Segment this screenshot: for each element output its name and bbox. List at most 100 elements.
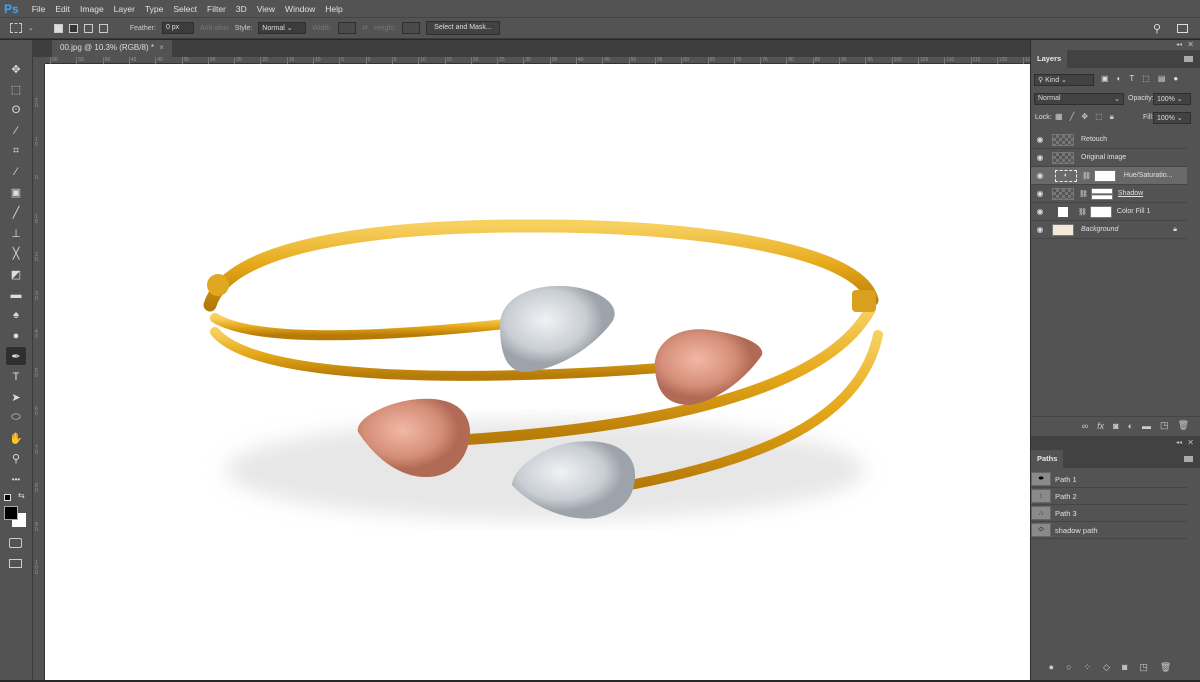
move-tool[interactable]: ✥	[6, 60, 26, 78]
type-filter-icon[interactable]: T	[1129, 74, 1134, 83]
eraser-tool[interactable]: ◩	[6, 265, 26, 283]
delete-path-icon[interactable]: 🗑︎	[1160, 662, 1171, 673]
visibility-eye-icon[interactable]: ◉	[1031, 225, 1049, 234]
width-input[interactable]	[338, 22, 357, 34]
collapse-paths-icon[interactable]: ◂◂	[1176, 439, 1182, 446]
blur-tool[interactable]: ♠	[6, 306, 26, 324]
pen-tool[interactable]: ✒	[6, 347, 26, 365]
layer-row[interactable]: ◉ Background 🔒︎	[1031, 221, 1187, 239]
close-panels-icon[interactable]: ✕	[1187, 40, 1194, 49]
marquee-preset-icon[interactable]	[10, 23, 22, 33]
new-selection-icon[interactable]	[53, 23, 63, 33]
visibility-eye-icon[interactable]: ◉	[1031, 135, 1049, 144]
path-name[interactable]: Path 2	[1055, 492, 1077, 501]
lock-all-icon[interactable]: 🔒︎	[1110, 112, 1114, 122]
foreground-color-swatch[interactable]	[4, 506, 18, 520]
type-tool[interactable]: T	[6, 368, 26, 386]
layers-panel-menu-icon[interactable]	[1184, 56, 1193, 62]
selection-to-path-icon[interactable]: ◇	[1103, 662, 1110, 673]
eyedropper-tool[interactable]: ⁄	[6, 163, 26, 181]
lock-artboard-icon[interactable]: ⬚	[1095, 112, 1103, 122]
intersect-selection-icon[interactable]	[98, 23, 108, 33]
layer-name[interactable]: Retouch	[1081, 136, 1107, 143]
blend-mode-select[interactable]: Normal ⌄	[1034, 93, 1124, 105]
link-layers-icon[interactable]: ∞	[1082, 421, 1088, 431]
menu-type[interactable]: Type	[140, 4, 168, 14]
fill-input[interactable]: 100% ⌄	[1153, 112, 1191, 124]
subtract-selection-icon[interactable]	[83, 23, 93, 33]
menu-filter[interactable]: Filter	[202, 4, 231, 14]
default-colors-icon[interactable]	[4, 494, 11, 501]
path-row[interactable]: ∴ Path 3	[1031, 505, 1187, 522]
hand-tool[interactable]: ✋	[6, 429, 26, 447]
dodge-tool[interactable]: ●	[6, 327, 26, 345]
path-name[interactable]: shadow path	[1055, 526, 1098, 535]
add-mask-icon[interactable]: ◙	[1113, 421, 1118, 431]
feather-input[interactable]: 0 px	[161, 22, 194, 34]
lock-position-icon[interactable]: ✥	[1081, 112, 1088, 122]
stroke-path-icon[interactable]: ○	[1066, 662, 1071, 672]
layer-row[interactable]: ◉ ◐ ⛓︎ Hue/Saturatio...	[1031, 167, 1187, 185]
menu-select[interactable]: Select	[168, 4, 202, 14]
more-tools[interactable]: •••	[6, 470, 26, 488]
visibility-eye-icon[interactable]: ◉	[1031, 153, 1049, 162]
fill-path-icon[interactable]: ●	[1049, 662, 1054, 672]
path-row[interactable]: ⬭ shadow path	[1031, 522, 1187, 539]
layer-name[interactable]: Shadow	[1118, 190, 1143, 197]
zoom-tool[interactable]: ⚲	[6, 450, 26, 468]
menu-view[interactable]: View	[252, 4, 280, 14]
path-to-selection-icon[interactable]: ⁘	[1084, 662, 1092, 673]
document-canvas[interactable]	[45, 64, 1030, 680]
path-selection-tool[interactable]: ➤	[6, 388, 26, 406]
workspace-icon[interactable]	[1177, 23, 1188, 33]
crop-tool[interactable]: ⌗	[6, 142, 26, 160]
close-paths-icon[interactable]: ✕	[1187, 438, 1194, 447]
history-brush-tool[interactable]: ╳	[6, 245, 26, 263]
tab-layers[interactable]: Layers	[1031, 50, 1068, 68]
path-name[interactable]: Path 1	[1055, 475, 1077, 484]
path-row[interactable]: ⬬ Path 1	[1031, 471, 1187, 488]
menu-help[interactable]: Help	[320, 4, 347, 14]
smart-object-filter-icon[interactable]: ▤	[1158, 74, 1166, 83]
magic-wand-tool[interactable]: ⁄	[6, 122, 26, 140]
visibility-eye-icon[interactable]: ◉	[1031, 171, 1049, 180]
filter-toggle-icon[interactable]: ●	[1173, 74, 1178, 83]
document-tab[interactable]: 00.jpg @ 10.3% (RGB/8) * ×	[52, 40, 172, 57]
menu-3d[interactable]: 3D	[231, 4, 252, 14]
screen-mode-icon[interactable]	[9, 559, 22, 568]
layer-filter-select[interactable]: ⚲ Kind ⌄	[1034, 74, 1094, 86]
pixel-filter-icon[interactable]: ▣	[1101, 74, 1109, 83]
adjustment-filter-icon[interactable]: ◐	[1117, 74, 1122, 83]
new-layer-icon[interactable]: ◳	[1160, 420, 1169, 431]
menu-layer[interactable]: Layer	[109, 4, 140, 14]
menu-edit[interactable]: Edit	[50, 4, 75, 14]
adjustment-layer-icon[interactable]: ◐	[1128, 421, 1133, 431]
layer-row[interactable]: ◉ Original image	[1031, 149, 1187, 167]
antialias-checkbox[interactable]: Anti-alias	[200, 25, 229, 32]
delete-layer-icon[interactable]: 🗑︎	[1178, 420, 1189, 431]
add-vector-mask-icon[interactable]: ◙	[1122, 662, 1127, 672]
visibility-eye-icon[interactable]: ◉	[1031, 207, 1049, 216]
layer-name[interactable]: Color Fill 1	[1117, 208, 1150, 215]
tab-paths[interactable]: Paths	[1031, 450, 1064, 468]
path-name[interactable]: Path 3	[1055, 509, 1077, 518]
lasso-tool[interactable]: ʘ	[6, 101, 26, 119]
layer-row[interactable]: ◉ Retouch	[1031, 131, 1187, 149]
close-tab-icon[interactable]: ×	[159, 43, 164, 52]
new-path-icon[interactable]: ◳	[1139, 662, 1148, 673]
ellipse-tool[interactable]: ⬭	[6, 409, 26, 427]
collapse-panels-icon[interactable]: ◂◂	[1176, 41, 1182, 48]
layer-name[interactable]: Background	[1081, 226, 1118, 233]
quick-mask-icon[interactable]	[9, 538, 22, 548]
layer-name[interactable]: Hue/Saturatio...	[1124, 172, 1173, 179]
style-select[interactable]: Normal ⌄	[258, 22, 307, 34]
new-group-icon[interactable]: ▬	[1142, 421, 1151, 431]
lock-image-icon[interactable]: ╱	[1070, 112, 1075, 122]
healing-brush-tool[interactable]: ▣	[6, 183, 26, 201]
select-and-mask-button[interactable]: Select and Mask...	[426, 21, 500, 35]
search-icon[interactable]: ⚲	[1153, 22, 1161, 35]
layer-name[interactable]: Original image	[1081, 154, 1126, 161]
visibility-eye-icon[interactable]: ◉	[1031, 189, 1049, 198]
paths-panel-menu-icon[interactable]	[1184, 456, 1193, 462]
swap-colors-icon[interactable]: ⇆	[18, 491, 25, 500]
